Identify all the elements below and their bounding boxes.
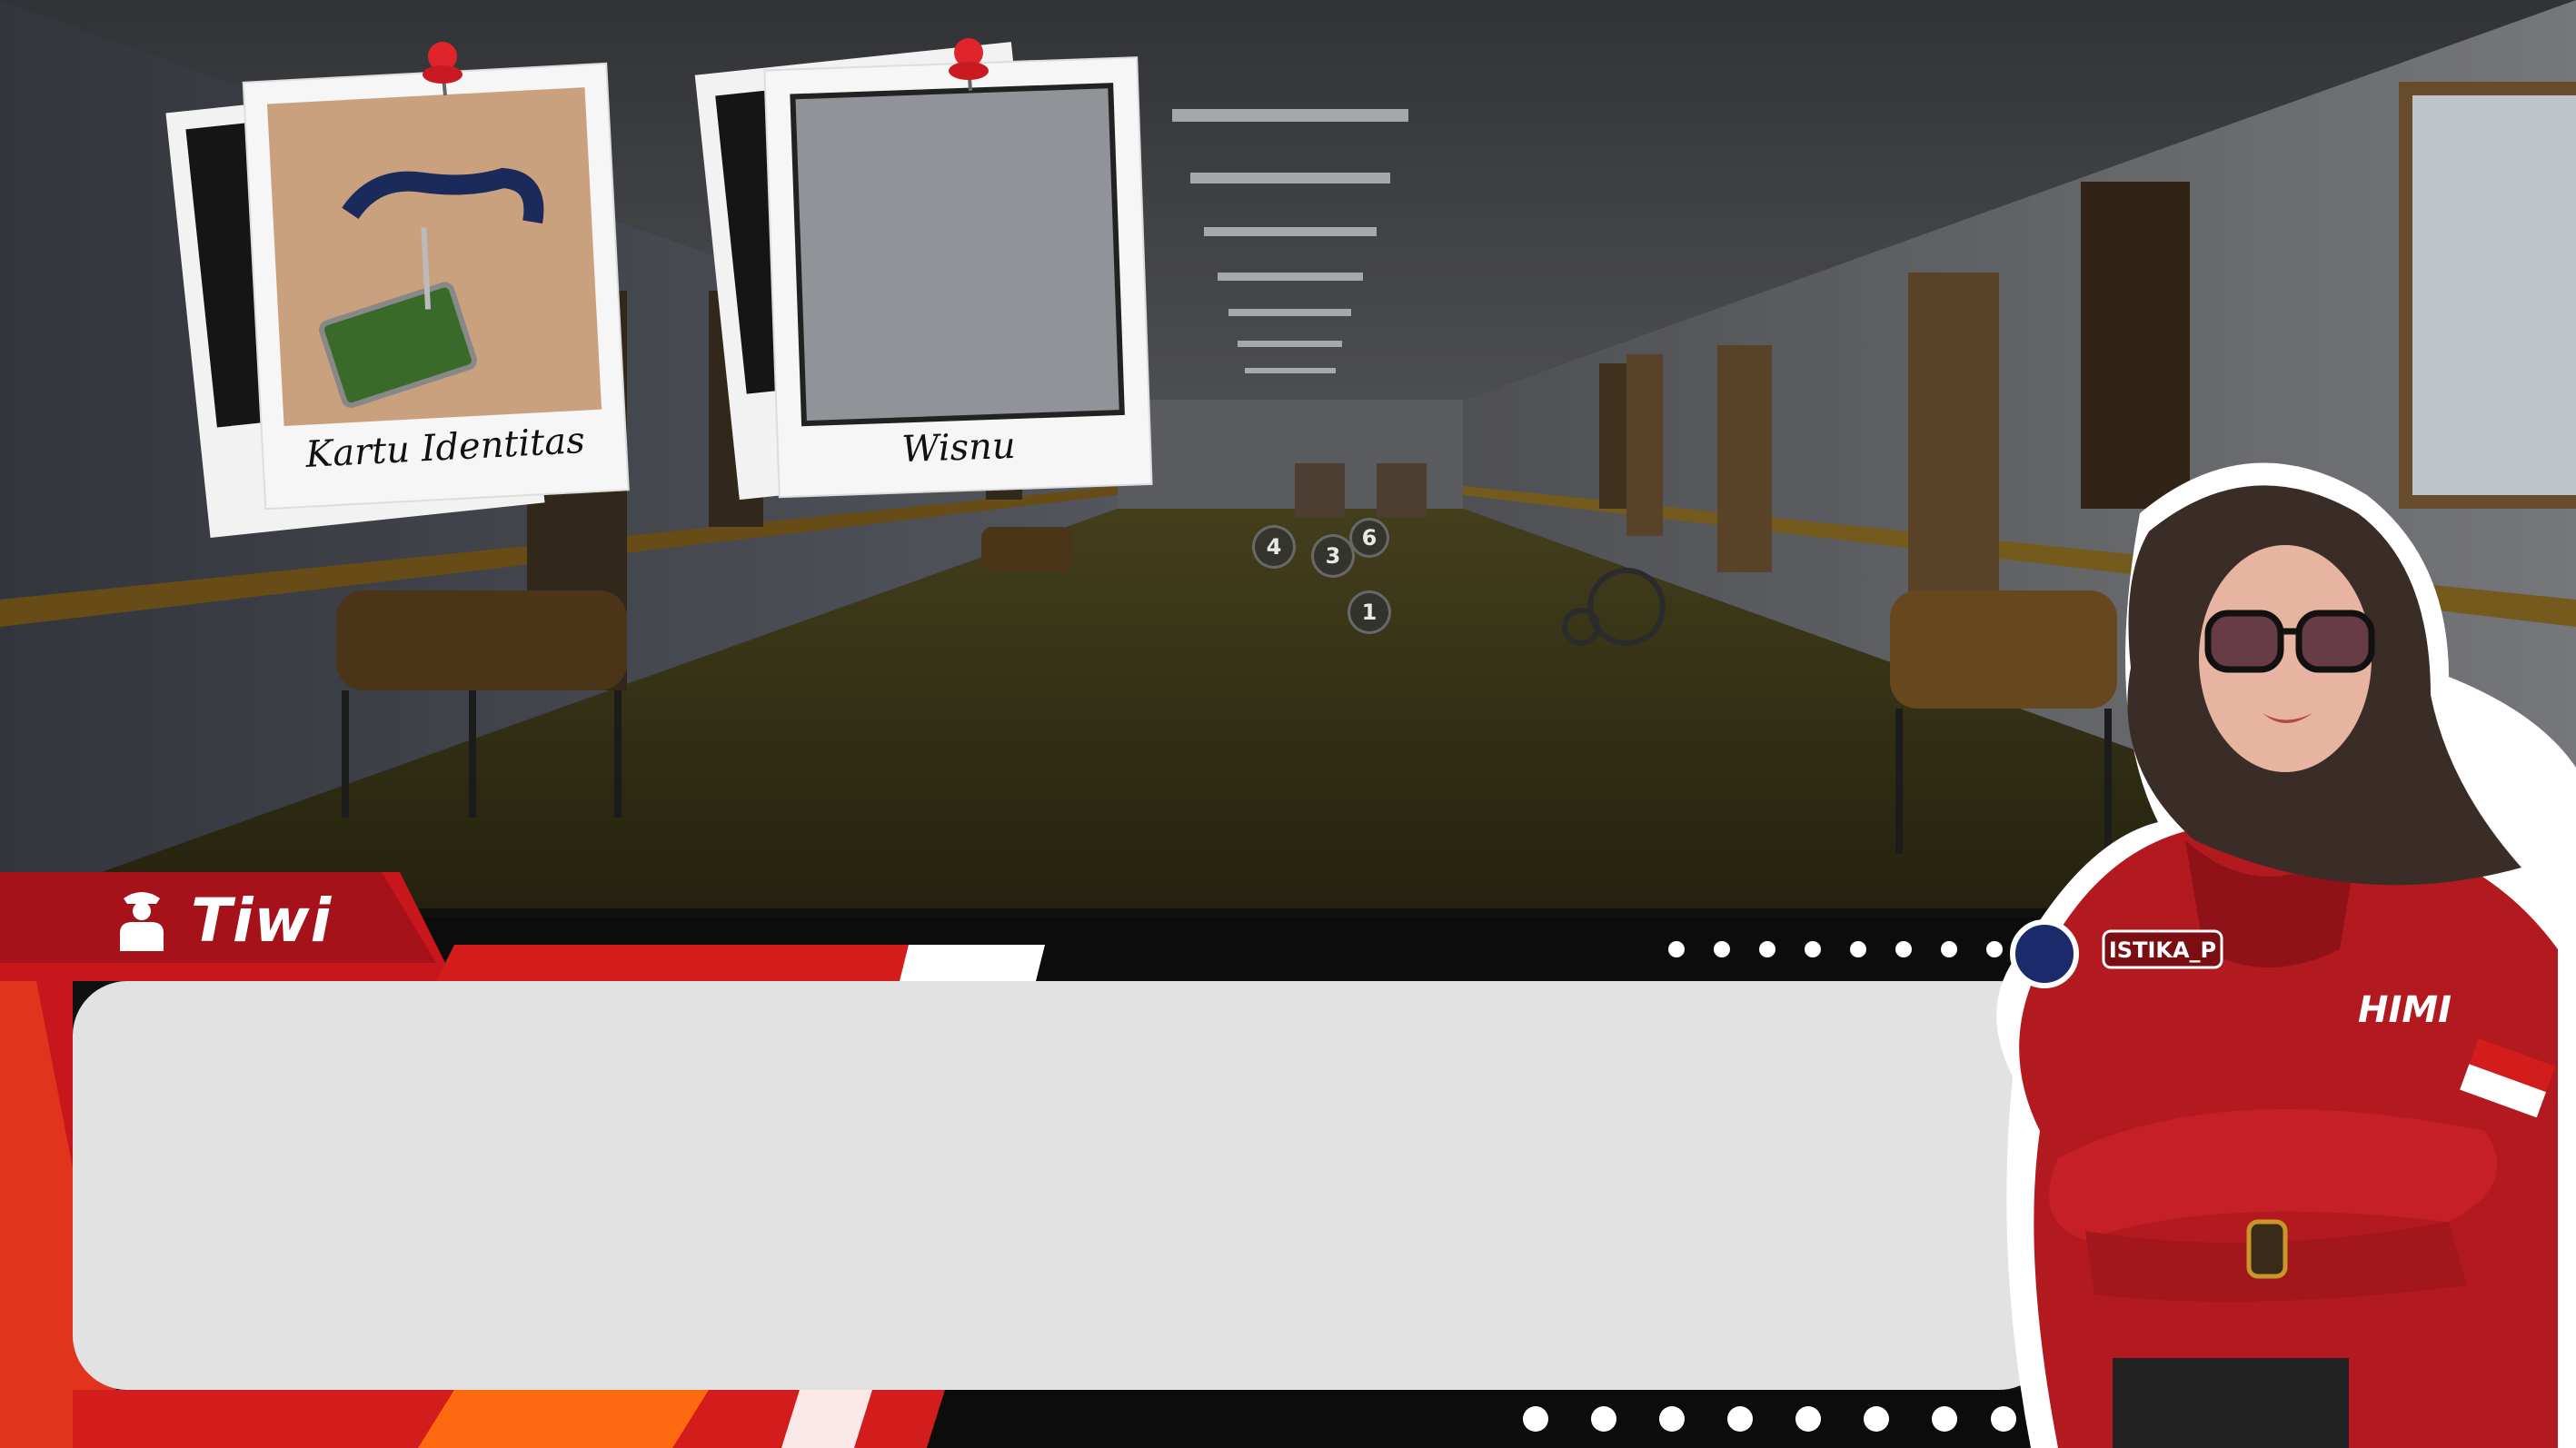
character-portrait-tiwi: ISTIKA_P HIMI — [1996, 462, 2576, 1448]
speaker-name: Tiwi — [191, 886, 333, 956]
badge-text: ISTIKA_P — [2109, 937, 2216, 963]
nav-marker-3[interactable]: 3 — [1311, 534, 1355, 578]
dialogue-box[interactable] — [73, 981, 2054, 1390]
nav-marker-1[interactable]: 1 — [1348, 590, 1391, 634]
jacket-text: HIMI — [2358, 989, 2452, 1031]
nav-marker-6[interactable]: 6 — [1349, 518, 1389, 558]
nav-marker-4[interactable]: 4 — [1252, 525, 1296, 569]
officer-icon — [120, 892, 164, 951]
